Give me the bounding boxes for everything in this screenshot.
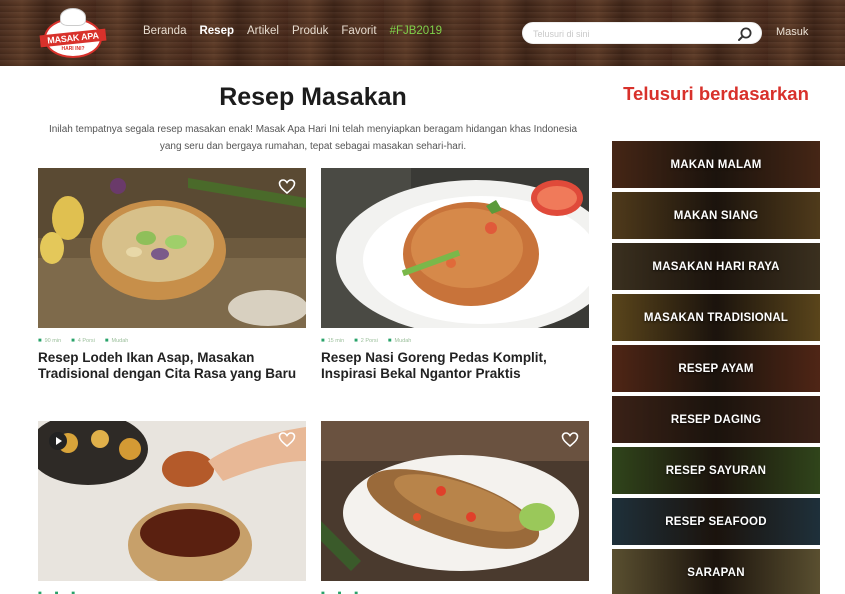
recipe-card[interactable] bbox=[321, 421, 589, 594]
category-sarapan[interactable]: SARAPAN bbox=[612, 549, 820, 594]
category-label: RESEP AYAM bbox=[678, 362, 754, 375]
meta-difficulty: Mudah bbox=[388, 338, 412, 344]
recipe-photo-nasi-goreng bbox=[321, 168, 589, 328]
search-box bbox=[522, 22, 762, 44]
nav-resep[interactable]: Resep bbox=[199, 25, 234, 37]
category-masakan-hari-raya[interactable]: MASAKAN HARI RAYA bbox=[612, 243, 820, 290]
category-label: RESEP SEAFOOD bbox=[665, 515, 767, 528]
recipe-image[interactable] bbox=[38, 421, 306, 581]
meta-portion: 2 Porsi bbox=[354, 338, 378, 344]
meta-time: 15 min bbox=[321, 338, 345, 344]
category-makan-malam[interactable]: MAKAN MALAM bbox=[612, 141, 820, 188]
recipe-photo-sambal bbox=[38, 421, 306, 581]
search-icon[interactable] bbox=[737, 26, 753, 42]
category-list: MAKAN MALAM MAKAN SIANG MASAKAN HARI RAY… bbox=[612, 141, 820, 594]
category-label: MAKAN MALAM bbox=[670, 158, 762, 171]
category-label: MASAKAN TRADISIONAL bbox=[643, 311, 789, 324]
category-resep-seafood[interactable]: RESEP SEAFOOD bbox=[612, 498, 820, 545]
favorite-heart-icon[interactable] bbox=[278, 431, 296, 449]
logo-subtext: HARI INI? bbox=[61, 46, 85, 52]
category-label: RESEP SAYURAN bbox=[665, 464, 767, 477]
page-intro: Inilah tempatnya segala resep masakan en… bbox=[48, 124, 578, 152]
category-label: SARAPAN bbox=[687, 566, 745, 579]
search-input[interactable] bbox=[533, 26, 733, 42]
nav-artikel[interactable]: Artikel bbox=[247, 25, 279, 37]
category-resep-ayam[interactable]: RESEP AYAM bbox=[612, 345, 820, 392]
main-nav: Beranda Resep Artikel Produk Favorit #FJ… bbox=[143, 25, 455, 37]
category-label: MAKAN SIANG bbox=[673, 209, 759, 222]
recipe-title[interactable]: Resep Nasi Goreng Pedas Komplit, Inspira… bbox=[321, 350, 589, 382]
category-resep-daging[interactable]: RESEP DAGING bbox=[612, 396, 820, 443]
nav-hashtag[interactable]: #FJB2019 bbox=[390, 25, 442, 37]
nav-produk[interactable]: Produk bbox=[292, 25, 328, 37]
category-makan-siang[interactable]: MAKAN SIANG bbox=[612, 192, 820, 239]
nav-favorit[interactable]: Favorit bbox=[341, 25, 376, 37]
meta-difficulty: Mudah bbox=[105, 338, 129, 344]
recipe-photo-lodeh bbox=[38, 168, 306, 328]
category-masakan-tradisional[interactable]: MASAKAN TRADISIONAL bbox=[612, 294, 820, 341]
favorite-heart-icon[interactable] bbox=[561, 431, 579, 449]
recipe-meta: 90 min 4 Porsi Mudah bbox=[38, 338, 306, 344]
recipe-image[interactable] bbox=[321, 421, 589, 581]
site-header: MASAK APA HARI INI? Beranda Resep Artike… bbox=[0, 0, 845, 66]
nav-beranda[interactable]: Beranda bbox=[143, 25, 186, 37]
recipe-image[interactable] bbox=[321, 168, 589, 328]
recipe-photo-ikan bbox=[321, 421, 589, 581]
recipe-card[interactable]: 90 min 4 Porsi Mudah Resep Lodeh Ikan As… bbox=[38, 168, 306, 382]
meta-time: 90 min bbox=[38, 338, 62, 344]
recipe-card[interactable] bbox=[38, 421, 306, 594]
site-logo[interactable]: MASAK APA HARI INI? bbox=[36, 6, 108, 66]
login-link[interactable]: Masuk bbox=[776, 26, 808, 38]
recipe-card[interactable]: 15 min 2 Porsi Mudah Resep Nasi Goreng P… bbox=[321, 168, 589, 382]
category-label: RESEP DAGING bbox=[670, 413, 762, 426]
meta-portion: 4 Porsi bbox=[71, 338, 95, 344]
recipe-title[interactable]: Resep Lodeh Ikan Asap, Masakan Tradision… bbox=[38, 350, 306, 382]
page-title: Resep Masakan bbox=[219, 83, 407, 111]
category-label: MASAKAN HARI RAYA bbox=[652, 260, 780, 273]
chef-hat-icon bbox=[60, 8, 86, 26]
recipe-meta: 15 min 2 Porsi Mudah bbox=[321, 338, 589, 344]
sidebar-title: Telusuri berdasarkan bbox=[623, 83, 809, 104]
recipe-image[interactable] bbox=[38, 168, 306, 328]
category-resep-sayuran[interactable]: RESEP SAYURAN bbox=[612, 447, 820, 494]
favorite-heart-icon[interactable] bbox=[278, 178, 296, 196]
play-video-icon[interactable] bbox=[48, 431, 68, 451]
